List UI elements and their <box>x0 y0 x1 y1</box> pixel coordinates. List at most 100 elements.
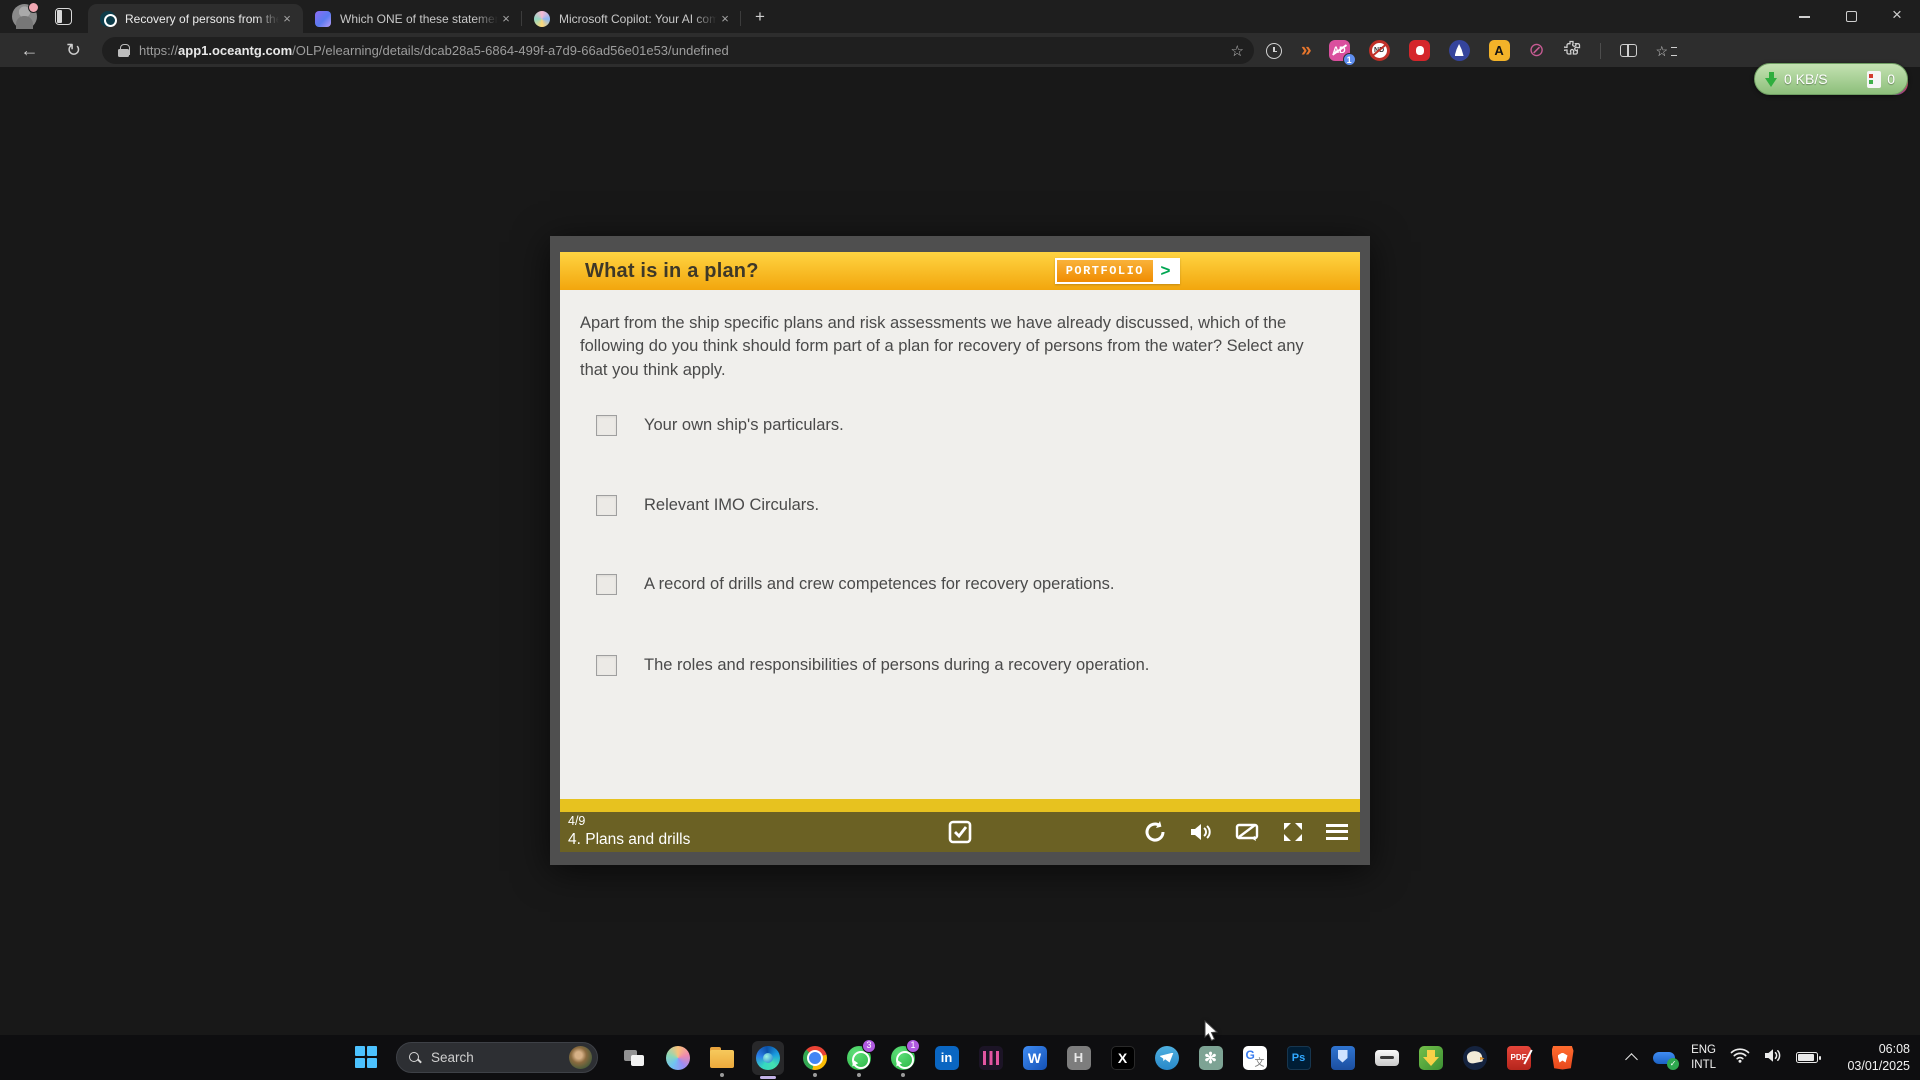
back-button[interactable]: ← <box>16 37 43 64</box>
device-app-icon[interactable] <box>1373 1035 1400 1080</box>
x-app-icon[interactable]: X <box>1109 1035 1136 1080</box>
oceantg-favicon <box>100 10 117 27</box>
linkedin-app-icon[interactable]: in <box>933 1035 960 1080</box>
mouse-cursor <box>1204 1020 1219 1042</box>
task-view-button[interactable] <box>620 1035 647 1080</box>
browser-profile-icon[interactable] <box>12 2 39 29</box>
tab-recovery-of-persons[interactable]: Recovery of persons from the wat <box>88 4 303 33</box>
footer-yellow-strip <box>560 799 1360 812</box>
browser-tab-strip: Recovery of persons from the wat Which O… <box>0 0 1920 33</box>
tray-clock[interactable]: 06:08 03/01/2025 <box>1832 1041 1910 1075</box>
extensions-puzzle-icon[interactable] <box>1562 40 1581 62</box>
whatsapp-icon-2[interactable]: 1 <box>889 1035 920 1080</box>
checkbox-1[interactable] <box>596 414 617 436</box>
checkbox-3[interactable] <box>596 573 617 595</box>
search-daily-image <box>569 1046 592 1069</box>
adblock-badge: 1 <box>1342 53 1356 66</box>
section-title: 4. Plans and drills <box>568 830 691 848</box>
nd-extension-icon[interactable]: ND <box>1368 40 1390 61</box>
h-app-icon[interactable]: H <box>1065 1035 1092 1080</box>
tray-overflow-chevron-icon[interactable] <box>1627 1055 1637 1065</box>
captions-off-button[interactable] <box>1234 820 1260 844</box>
tray-date: 03/01/2025 <box>1847 1058 1910 1073</box>
speaker-icon[interactable] <box>1764 1048 1782 1068</box>
address-bar[interactable]: https://app1.oceantg.com/OLP/elearning/d… <box>102 37 1254 64</box>
cube-favicon <box>315 10 331 27</box>
tab-microsoft-copilot[interactable]: Microsoft Copilot: Your AI compa <box>522 4 741 33</box>
idm-count-value: 0 <box>1887 71 1895 87</box>
yellow-a-extension-icon[interactable]: A <box>1488 40 1510 61</box>
window-maximize-button[interactable] <box>1828 0 1874 33</box>
red-extension-icon[interactable] <box>1408 40 1430 61</box>
checkbox-2[interactable] <box>596 494 617 516</box>
menu-button[interactable] <box>1326 824 1348 840</box>
edge-app-icon[interactable] <box>752 1035 784 1080</box>
adblock-extension-icon[interactable]: AD 1 <box>1328 40 1356 66</box>
option-label-4: The roles and responsibilities of person… <box>644 655 1150 674</box>
photoshop-app-icon[interactable]: Ps <box>1285 1035 1312 1080</box>
windows-taskbar: Search 3 1 in W H X ✻ G文 Ps PDF ENGINTL <box>0 1020 1920 1080</box>
window-close-button[interactable] <box>1874 0 1920 33</box>
portfolio-chevron-icon: > <box>1153 260 1178 282</box>
sidebar-chevrons-icon[interactable] <box>1301 40 1310 62</box>
whatsapp-badge-2: 1 <box>906 1039 920 1053</box>
split-screen-icon[interactable] <box>1619 44 1637 57</box>
favorite-star-icon[interactable] <box>1231 42 1244 60</box>
checkbox-4[interactable] <box>596 654 617 676</box>
music-app-icon[interactable] <box>977 1035 1004 1080</box>
crest-app-icon[interactable] <box>1329 1035 1356 1080</box>
chrome-app-icon[interactable] <box>801 1035 828 1080</box>
idm-app-icon[interactable] <box>1417 1035 1444 1080</box>
web-page-background: What is in a plan? PORTFOLIO > Apart fro… <box>0 67 1920 1035</box>
taskbar-search[interactable]: Search <box>396 1042 598 1073</box>
blocker-slash-icon[interactable] <box>1529 39 1545 62</box>
tab-title: Recovery of persons from the wat <box>125 11 279 26</box>
blue-extension-icon[interactable] <box>1448 40 1470 61</box>
eagle-app-icon[interactable] <box>1461 1035 1488 1080</box>
replay-button[interactable] <box>1143 820 1167 844</box>
close-icon[interactable] <box>279 11 295 27</box>
window-minimize-button[interactable] <box>1782 0 1828 33</box>
onedrive-icon[interactable] <box>1651 1050 1680 1070</box>
pdf-app-icon[interactable]: PDF <box>1505 1035 1532 1080</box>
volume-button[interactable] <box>1188 820 1213 844</box>
option-row-4[interactable]: The roles and responsibilities of person… <box>596 654 1149 676</box>
tray-time: 06:08 <box>1878 1041 1910 1056</box>
tab-which-one-statements[interactable]: Which ONE of these statements b <box>303 4 522 33</box>
close-icon[interactable] <box>717 11 733 27</box>
tab-actions-icon[interactable] <box>55 8 72 25</box>
start-button[interactable] <box>355 1046 377 1068</box>
browser-toolbar: ← ↻ https://app1.oceantg.com/OLP/elearni… <box>0 33 1920 95</box>
quiz-header: What is in a plan? PORTFOLIO > <box>560 252 1360 290</box>
tab-title: Microsoft Copilot: Your AI compa <box>559 11 717 26</box>
close-icon[interactable] <box>498 11 514 27</box>
battery-icon[interactable] <box>1796 1052 1821 1063</box>
search-placeholder: Search <box>431 1050 474 1065</box>
copilot-app-icon[interactable] <box>664 1035 691 1080</box>
option-row-1[interactable]: Your own ship's particulars. <box>596 414 844 436</box>
favorites-collections-icon[interactable] <box>1656 43 1677 59</box>
quiz-check-icon[interactable] <box>947 819 973 845</box>
new-tab-button[interactable] <box>747 4 773 30</box>
whatsapp-icon-1[interactable]: 3 <box>845 1035 876 1080</box>
elearning-player-panel: What is in a plan? PORTFOLIO > Apart fro… <box>550 236 1370 865</box>
brave-app-icon[interactable] <box>1549 1035 1576 1080</box>
google-translate-icon[interactable]: G文 <box>1241 1035 1268 1080</box>
quiz-title: What is in a plan? <box>585 259 759 282</box>
wifi-icon[interactable] <box>1730 1047 1750 1068</box>
idm-speed-widget[interactable]: 0 KB/S 0 <box>1754 63 1908 95</box>
portfolio-button[interactable]: PORTFOLIO > <box>1054 258 1180 284</box>
word-app-icon[interactable]: W <box>1021 1035 1048 1080</box>
option-label-3: A record of drills and crew competences … <box>644 574 1115 593</box>
history-icon[interactable] <box>1266 42 1282 59</box>
edge-active-indicator <box>760 1075 776 1079</box>
language-indicator[interactable]: ENG INTL <box>1691 1043 1716 1072</box>
option-row-3[interactable]: A record of drills and crew competences … <box>596 573 1114 595</box>
fullscreen-button[interactable] <box>1281 820 1305 844</box>
toolbar-divider <box>1599 42 1601 59</box>
telegram-app-icon[interactable] <box>1153 1035 1180 1080</box>
file-explorer-icon[interactable] <box>708 1035 735 1080</box>
option-row-2[interactable]: Relevant IMO Circulars. <box>596 494 819 516</box>
refresh-button[interactable]: ↻ <box>60 37 87 64</box>
search-icon <box>409 1051 421 1064</box>
